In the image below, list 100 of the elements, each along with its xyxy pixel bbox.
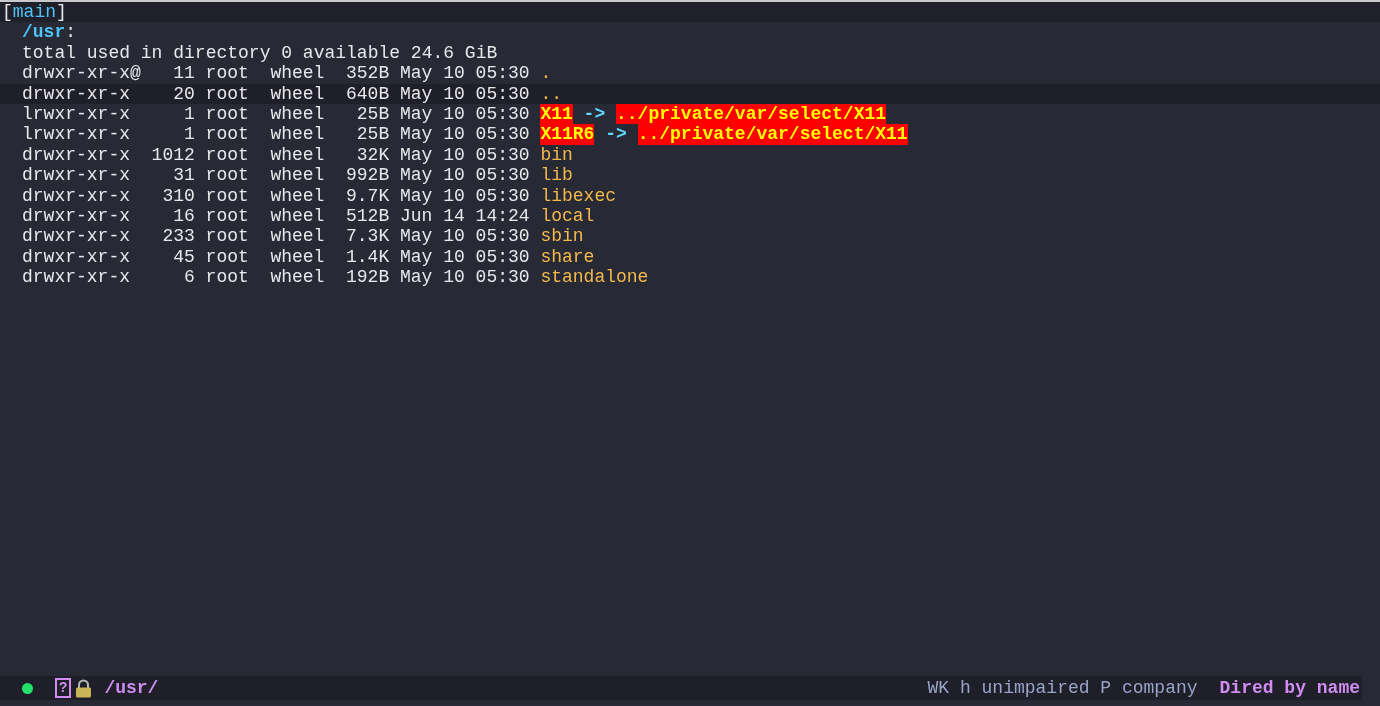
file-size: 25B — [355, 104, 390, 125]
link-count: 20 — [172, 83, 195, 105]
group: wheel — [270, 104, 325, 125]
owner: root — [205, 206, 249, 227]
file-row[interactable]: lrwxr-xr-x 1 root wheel 25B May 10 05:30 X11 -> ../private/var/select/X11 — [0, 104, 1380, 125]
link-count: 1012 — [150, 144, 195, 166]
symlink-arrow: -> — [583, 104, 606, 125]
permissions: drwxr-xr-x@ — [22, 63, 141, 84]
major-mode: Dired by name — [1219, 677, 1360, 699]
owner: root — [205, 165, 249, 186]
file-size: 512B — [345, 206, 390, 227]
file-row[interactable]: drwxr-xr-x 16 root wheel 512B Jun 14 14:24 local — [0, 206, 1380, 227]
modified-date: May 10 05:30 — [400, 246, 530, 268]
file-size: 7.3K — [345, 226, 390, 247]
file-size: 25B — [355, 124, 390, 145]
group: wheel — [270, 185, 325, 207]
owner: root — [205, 83, 249, 105]
bracket: ] — [56, 2, 67, 23]
directory-name[interactable]: standalone — [540, 267, 649, 288]
modified-date: May 10 05:30 — [400, 226, 530, 247]
group: wheel — [270, 246, 325, 268]
permissions: drwxr-xr-x — [22, 206, 132, 227]
link-count: 1 — [183, 124, 195, 145]
modified-date: May 10 05:30 — [400, 104, 530, 125]
file-row[interactable]: lrwxr-xr-x 1 root wheel 25B May 10 05:30 X11R6 -> ../private/var/select/X11 — [0, 124, 1380, 145]
file-size: 1.4K — [345, 246, 390, 268]
owner: root — [205, 185, 249, 207]
modified-date: May 10 05:30 — [400, 144, 530, 166]
group: wheel — [270, 206, 325, 227]
modified-date: May 10 05:30 — [400, 267, 530, 288]
file-row[interactable]: drwxr-xr-x 31 root wheel 992B May 10 05:30 lib — [0, 165, 1380, 186]
modified-date: May 10 05:30 — [400, 63, 530, 84]
link-count: 11 — [172, 63, 195, 84]
permissions: drwxr-xr-x — [22, 185, 132, 207]
file-row[interactable]: drwxr-xr-x 1012 root wheel 32K May 10 05:30 bin — [0, 144, 1380, 166]
owner: root — [205, 246, 249, 268]
group: wheel — [270, 267, 325, 288]
file-row[interactable]: drwxr-xr-x 20 root wheel 640B May 10 05:30 .. — [0, 83, 1380, 105]
file-size: 192B — [345, 267, 390, 288]
owner: root — [205, 267, 249, 288]
permissions: drwxr-xr-x — [22, 246, 132, 268]
group: wheel — [270, 165, 325, 186]
link-count: 233 — [161, 226, 195, 247]
symlink-name[interactable]: X11 — [540, 104, 573, 125]
link-count: 31 — [172, 165, 195, 186]
directory-name[interactable]: bin — [540, 144, 573, 166]
directory-name[interactable]: libexec — [540, 185, 617, 207]
minor-modes: WK h unimpaired P company — [927, 677, 1198, 699]
permissions: lrwxr-xr-x — [22, 124, 132, 145]
file-size: 992B — [345, 165, 390, 186]
directory-path: /usr — [22, 22, 66, 43]
file-row[interactable]: drwxr-xr-x 45 root wheel 1.4K May 10 05:30 share — [0, 246, 1380, 268]
directory-name[interactable]: sbin — [540, 226, 584, 247]
symlink-arrow: -> — [605, 124, 627, 145]
directory-summary: total used in directory 0 available 24.6 GiB — [22, 42, 498, 63]
permissions: lrwxr-xr-x — [22, 104, 132, 125]
symlink-name[interactable]: X11R6 — [540, 124, 595, 145]
directory-name[interactable]: share — [540, 246, 595, 268]
symlink-target: ../private/var/select/X11 — [637, 124, 908, 145]
group: wheel — [270, 226, 325, 247]
bracket: [ — [2, 2, 13, 23]
group: wheel — [270, 144, 325, 166]
modified-date: May 10 05:30 — [400, 165, 530, 186]
file-size: 640B — [345, 83, 390, 105]
file-row[interactable]: drwxr-xr-x 310 root wheel 9.7K May 10 05:30 libexec — [0, 185, 1380, 207]
owner: root — [205, 226, 249, 247]
permissions: drwxr-xr-x — [22, 83, 132, 105]
owner: root — [205, 63, 249, 84]
group: wheel — [270, 83, 325, 105]
lock-icon — [75, 678, 93, 698]
directory-name[interactable]: lib — [540, 165, 573, 186]
modified-date: May 10 05:30 — [400, 185, 530, 207]
symlink-target: ../private/var/select/X11 — [616, 104, 887, 125]
file-size: 352B — [345, 63, 390, 84]
file-size: 9.7K — [345, 185, 390, 207]
colon: : — [65, 22, 77, 43]
branch-name: main — [12, 2, 57, 23]
permissions: drwxr-xr-x — [22, 226, 132, 247]
link-count: 45 — [172, 246, 195, 268]
group: wheel — [270, 63, 325, 84]
read-only-marker: ? — [55, 678, 72, 698]
file-row[interactable]: drwxr-xr-x 6 root wheel 192B May 10 05:30 standalone — [0, 267, 1380, 288]
file-row[interactable]: drwxr-xr-x 233 root wheel 7.3K May 10 05:30 sbin — [0, 226, 1380, 247]
file-size: 32K — [355, 144, 390, 166]
directory-name[interactable]: local — [540, 206, 595, 227]
directory-name[interactable]: . — [540, 63, 552, 84]
owner: root — [205, 124, 249, 145]
modified-date: May 10 05:30 — [400, 83, 530, 105]
link-count: 6 — [183, 267, 195, 288]
link-count: 16 — [172, 206, 195, 227]
owner: root — [205, 104, 249, 125]
link-count: 1 — [183, 104, 195, 125]
file-row[interactable]: drwxr-xr-x@ 11 root wheel 352B May 10 05:30 . — [0, 63, 1380, 84]
modified-date: May 10 05:30 — [400, 124, 530, 145]
modified-date: Jun 14 14:24 — [400, 206, 530, 227]
group: wheel — [270, 124, 325, 145]
permissions: drwxr-xr-x — [22, 165, 132, 186]
owner: root — [205, 144, 249, 166]
link-count: 310 — [161, 185, 195, 207]
directory-name[interactable]: .. — [540, 83, 562, 105]
